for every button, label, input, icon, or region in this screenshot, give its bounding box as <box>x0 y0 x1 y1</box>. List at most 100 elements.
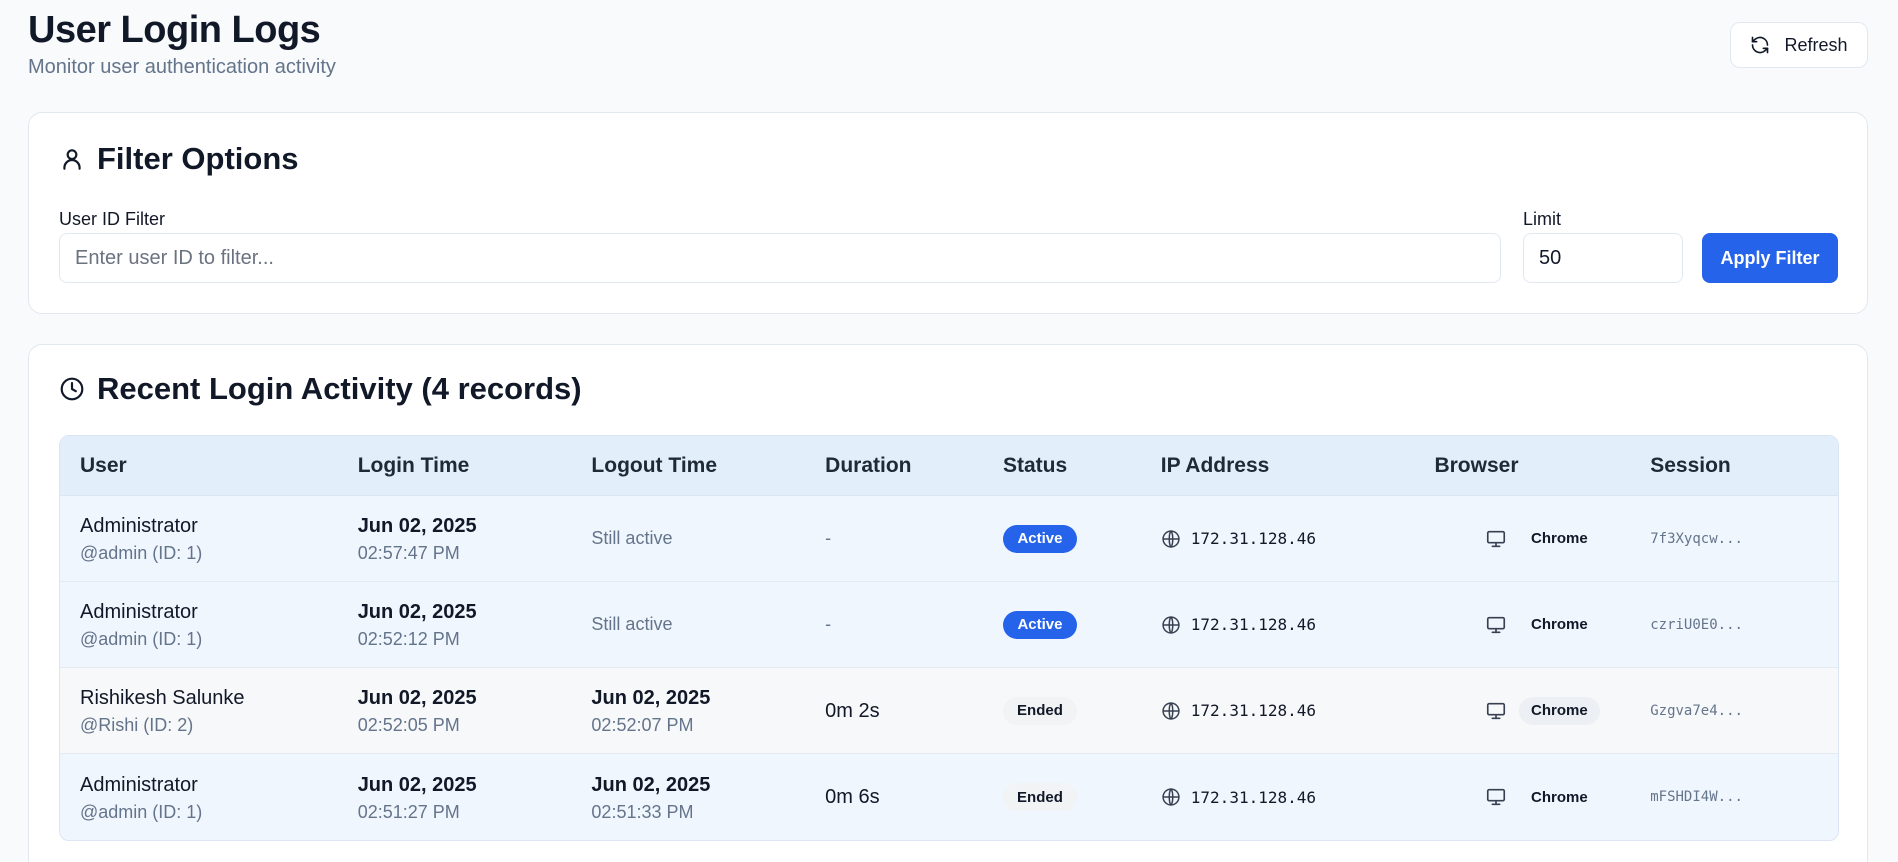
ip-address: 172.31.128.46 <box>1190 787 1317 807</box>
browser-cell: Chrome <box>1434 496 1650 581</box>
login-time: 02:51:27 PM <box>357 801 460 822</box>
session-cell: 7f3Xyqcw... <box>1650 496 1838 581</box>
status-cell: Ended <box>1002 754 1161 840</box>
logout-time: 02:52:07 PM <box>591 715 694 735</box>
user-handle: @admin (ID: 1) <box>80 801 203 822</box>
user-handle: @admin (ID: 1) <box>80 629 203 649</box>
login-time: 02:52:05 PM <box>357 715 460 735</box>
status-badge: Active <box>1002 524 1077 553</box>
refresh-label: Refresh <box>1784 34 1848 55</box>
table-row: Administrator @admin (ID: 1) Jun 02, 202… <box>60 496 1838 582</box>
user-name: Administrator <box>80 601 198 623</box>
user-id-label: User ID Filter <box>59 209 166 229</box>
duration-cell: 0m 6s <box>825 754 1003 840</box>
duration-cell: 0m 2s <box>825 668 1003 753</box>
user-id-input[interactable]: Enter user ID to filter... <box>59 233 1501 283</box>
page-header: User Login Logs Monitor user authenticat… <box>28 8 336 79</box>
status-cell: Ended <box>1002 668 1161 753</box>
user-cell: Administrator @admin (ID: 1) <box>60 754 358 840</box>
browser-cell: Chrome <box>1434 668 1650 753</box>
user-icon <box>59 146 85 172</box>
session-cell: mFSHDI4W... <box>1650 754 1838 840</box>
user-name: Rishikesh Salunke <box>80 687 245 709</box>
browser-cell: Chrome <box>1434 582 1650 667</box>
browser-cell: Chrome <box>1434 754 1650 840</box>
filter-title-text: Filter Options <box>97 141 299 176</box>
duration-value: 0m 6s <box>825 786 880 808</box>
refresh-button[interactable]: Refresh <box>1730 22 1868 68</box>
logout-time-cell: Still active <box>591 582 825 667</box>
login-time: 02:57:47 PM <box>357 543 460 563</box>
logout-time: 02:51:33 PM <box>591 801 694 822</box>
login-date: Jun 02, 2025 <box>357 515 477 537</box>
user-name: Administrator <box>80 515 198 537</box>
table-row: Rishikesh Salunke @Rishi (ID: 2) Jun 02,… <box>60 668 1838 754</box>
user-name: Administrator <box>80 773 198 796</box>
logout-time-cell: Still active <box>591 496 825 581</box>
filter-title: Filter Options <box>59 141 299 177</box>
column-status: Status <box>1002 453 1068 477</box>
login-time-cell: Jun 02, 2025 02:51:27 PM <box>358 754 592 840</box>
ip-cell: 172.31.128.46 <box>1161 496 1435 581</box>
column-login-time: Login Time <box>357 453 470 477</box>
globe-icon <box>1161 529 1181 549</box>
login-date: Jun 02, 2025 <box>357 687 477 709</box>
page-subtitle: Monitor user authentication activity <box>28 56 336 78</box>
ip-cell: 172.31.128.46 <box>1161 668 1435 753</box>
status-cell: Active <box>1002 582 1161 667</box>
filter-card: Filter Options User ID Filter Enter user… <box>28 112 1868 314</box>
monitor-icon <box>1485 614 1507 636</box>
status-cell: Active <box>1002 496 1161 581</box>
login-table: User Login Time Logout Time Duration Sta… <box>59 435 1839 841</box>
ip-cell: 172.31.128.46 <box>1161 754 1435 840</box>
monitor-icon <box>1485 786 1507 808</box>
duration-cell: - <box>825 582 1003 667</box>
user-handle: @Rishi (ID: 2) <box>80 715 194 735</box>
browser-chip: Chrome <box>1519 696 1600 725</box>
ip-address: 172.31.128.46 <box>1190 615 1317 634</box>
column-logout-time: Logout Time <box>591 453 718 477</box>
globe-icon <box>1161 787 1181 807</box>
ip-cell: 172.31.128.46 <box>1161 582 1435 667</box>
activity-title-text: Recent Login Activity (4 records) <box>97 371 582 406</box>
globe-icon <box>1161 615 1181 635</box>
ip-address: 172.31.128.46 <box>1190 701 1317 720</box>
activity-card: Recent Login Activity (4 records) User L… <box>28 344 1868 862</box>
logout-status-text: Still active <box>591 528 673 548</box>
login-date: Jun 02, 2025 <box>357 601 477 623</box>
limit-value: 50 <box>1539 246 1562 269</box>
table-header: User Login Time Logout Time Duration Sta… <box>60 436 1838 496</box>
logout-time-cell: Jun 02, 2025 02:52:07 PM <box>591 668 825 753</box>
browser-chip: Chrome <box>1531 788 1588 806</box>
user-cell: Administrator @admin (ID: 1) <box>60 582 358 667</box>
apply-filter-label: Apply Filter <box>1720 247 1820 268</box>
user-cell: Rishikesh Salunke @Rishi (ID: 2) <box>60 668 358 753</box>
logout-date: Jun 02, 2025 <box>591 687 711 709</box>
apply-filter-button[interactable]: Apply Filter <box>1702 233 1838 283</box>
login-time-cell: Jun 02, 2025 02:52:12 PM <box>358 582 592 667</box>
activity-title: Recent Login Activity (4 records) <box>59 371 582 407</box>
duration-cell: - <box>825 496 1003 581</box>
login-time-cell: Jun 02, 2025 02:57:47 PM <box>358 496 592 581</box>
clock-icon <box>59 376 85 402</box>
globe-icon <box>1161 701 1181 721</box>
column-ip-address: IP Address <box>1160 453 1270 477</box>
duration-value: 0m 2s <box>825 699 880 722</box>
user-cell: Administrator @admin (ID: 1) <box>60 496 358 581</box>
session-cell: Gzgva7e4... <box>1650 668 1838 753</box>
monitor-icon <box>1485 700 1507 722</box>
user-id-placeholder: Enter user ID to filter... <box>75 246 274 269</box>
status-badge: Ended <box>1002 783 1077 811</box>
session-id: Gzgva7e4... <box>1650 702 1743 719</box>
session-id: 7f3Xyqcw... <box>1650 530 1743 547</box>
column-user: User <box>80 453 127 477</box>
monitor-icon <box>1485 528 1507 550</box>
session-cell: czriU0E0... <box>1650 582 1838 667</box>
status-badge: Ended <box>1002 696 1077 725</box>
user-handle: @admin (ID: 1) <box>80 543 203 563</box>
column-session: Session <box>1650 453 1731 477</box>
limit-input[interactable]: 50 <box>1523 233 1683 283</box>
login-date: Jun 02, 2025 <box>357 773 477 796</box>
column-duration: Duration <box>825 453 912 477</box>
session-id: czriU0E0... <box>1650 616 1743 633</box>
